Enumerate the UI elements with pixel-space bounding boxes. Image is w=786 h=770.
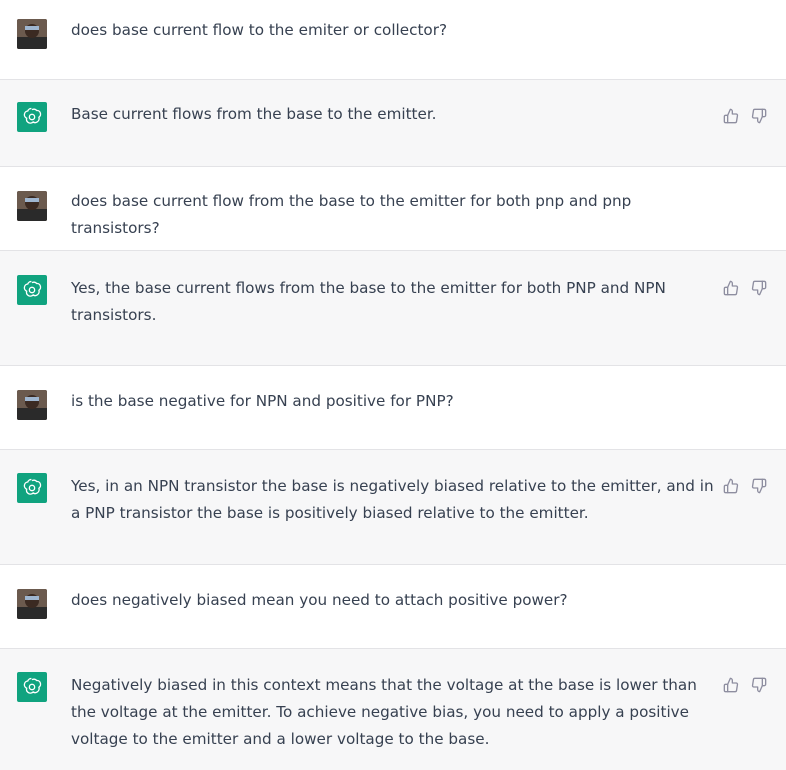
thumbs-up-icon[interactable] <box>722 676 740 694</box>
thumbs-up-icon[interactable] <box>722 477 740 495</box>
thumbs-down-icon[interactable] <box>750 279 768 297</box>
chat-thread: does base current flow to the emiter or … <box>0 0 786 770</box>
message-text: Yes, in an NPN transistor the base is ne… <box>71 477 714 522</box>
user-avatar <box>17 19 47 49</box>
user-message: does negatively biased mean you need to … <box>0 565 786 649</box>
user-avatar <box>17 191 47 221</box>
message-text: Base current flows from the base to the … <box>71 105 437 123</box>
feedback-actions <box>722 477 768 495</box>
message-text: does negatively biased mean you need to … <box>71 591 568 609</box>
thumbs-up-icon[interactable] <box>722 107 740 125</box>
assistant-message: Base current flows from the base to the … <box>0 80 786 167</box>
message-text: does base current flow from the base to … <box>71 192 632 237</box>
assistant-message: Negatively biased in this context means … <box>0 649 786 770</box>
thumbs-down-icon[interactable] <box>750 477 768 495</box>
feedback-actions <box>722 676 768 694</box>
user-message: is the base negative for NPN and positiv… <box>0 366 786 450</box>
thumbs-up-icon[interactable] <box>722 279 740 297</box>
message-text: Yes, the base current flows from the bas… <box>71 279 666 324</box>
message-text: does base current flow to the emiter or … <box>71 21 448 39</box>
openai-logo-icon <box>17 102 47 132</box>
user-avatar <box>17 390 47 420</box>
user-message: does base current flow to the emiter or … <box>0 0 786 80</box>
openai-logo-icon <box>17 672 47 702</box>
thumbs-down-icon[interactable] <box>750 107 768 125</box>
assistant-message: Yes, in an NPN transistor the base is ne… <box>0 450 786 565</box>
feedback-actions <box>722 107 768 125</box>
message-text: Negatively biased in this context means … <box>71 676 697 748</box>
assistant-message: Yes, the base current flows from the bas… <box>0 251 786 366</box>
user-message: does base current flow from the base to … <box>0 167 786 251</box>
openai-logo-icon <box>17 275 47 305</box>
message-text: is the base negative for NPN and positiv… <box>71 392 454 410</box>
openai-logo-icon <box>17 473 47 503</box>
user-avatar <box>17 589 47 619</box>
feedback-actions <box>722 279 768 297</box>
thumbs-down-icon[interactable] <box>750 676 768 694</box>
